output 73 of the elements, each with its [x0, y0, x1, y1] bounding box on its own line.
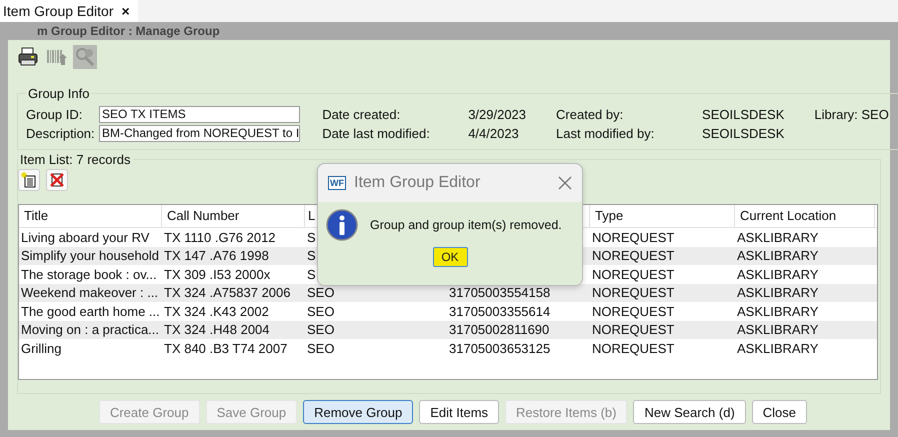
- table-cell-text: 31705003554158: [448, 285, 552, 300]
- field-label: Group ID:: [26, 107, 84, 122]
- close-icon[interactable]: [558, 176, 572, 190]
- table-cell-text: ASKLIBRARY: [736, 304, 820, 319]
- table-cell-text: S: [306, 266, 317, 282]
- table-cell-text: NOREQUEST: [591, 340, 676, 356]
- detail-label: Last modified by:: [555, 126, 656, 141]
- table-cell-text: The storage book : ov...: [20, 266, 158, 282]
- item-list-legend: Item List: 7 records: [18, 152, 133, 167]
- detail-label: Date created:: [322, 107, 402, 122]
- table-cell-text: TX 324 .K43 2002: [163, 304, 270, 319]
- table-cell-text: 31705003653125: [448, 340, 552, 356]
- table-cell-text: Simplify your household: [20, 248, 160, 264]
- table-cell-text: ASKLIBRARY: [736, 266, 820, 282]
- table-cell-text: The good earth home ...: [20, 304, 161, 319]
- remove-item-button[interactable]: [46, 169, 68, 191]
- dialog-message: Group and group item(s) removed.: [370, 218, 562, 232]
- table-cell-text: NOREQUEST: [591, 248, 676, 264]
- table-cell-text: NOREQUEST: [591, 230, 676, 245]
- table-cell-text: Grilling: [20, 340, 62, 356]
- action-button[interactable]: New Search (d): [633, 400, 746, 424]
- action-button[interactable]: Close: [752, 400, 808, 424]
- window-title: m Group Editor : Manage Group: [37, 24, 220, 38]
- table-cell-text: ASKLIBRARY: [736, 248, 820, 264]
- table-cell-text: TX 324 .A75837 2006: [163, 285, 292, 300]
- table-cell-text: SEO: [306, 340, 336, 356]
- add-item-button[interactable]: [18, 169, 40, 191]
- detail-label: Library: SEO: [813, 107, 890, 122]
- field-label: Description:: [26, 126, 96, 141]
- column-header[interactable]: Type: [590, 205, 735, 227]
- table-cell-text: NOREQUEST: [591, 304, 676, 319]
- table-cell-text: SEO: [306, 322, 336, 338]
- table-cell-text: TX 324 .H48 2004: [163, 322, 271, 338]
- column-header[interactable]: Call Number: [162, 205, 305, 227]
- table-cell-text: ASKLIBRARY: [736, 322, 820, 338]
- table-cell-text: SEO: [306, 304, 336, 319]
- dialog-title: Item Group Editor: [354, 174, 482, 192]
- table-cell-text: 31705002811690: [448, 322, 550, 338]
- table-cell-text: NOREQUEST: [591, 322, 676, 338]
- detail-value: SEOILSDESK: [701, 126, 784, 141]
- input-field[interactable]: SEO TX ITEMS: [99, 106, 300, 123]
- editor-tab[interactable]: Item Group Editor ×: [0, 0, 138, 22]
- table-cell-text: SEO: [306, 285, 336, 300]
- table-cell-text: ASKLIBRARY: [736, 230, 820, 245]
- table-cell-text: Weekend makeover : ...: [20, 285, 160, 300]
- info-icon: [326, 209, 358, 241]
- detail-value: SEOILSDESK: [701, 107, 784, 122]
- detail-label: Created by:: [555, 107, 624, 122]
- group-info-legend: Group Info: [26, 86, 92, 101]
- app-logo: WF: [328, 176, 346, 190]
- table-cell-text: 31705003355614: [448, 304, 552, 319]
- table-cell-text: ASKLIBRARY: [736, 285, 820, 300]
- action-button[interactable]: Remove Group: [303, 400, 414, 424]
- input-field[interactable]: BM-Changed from NOREQUEST to I: [99, 125, 300, 142]
- table-cell-text: TX 840 .B3 T74 2007: [163, 340, 288, 356]
- column-header[interactable]: Title: [19, 205, 162, 227]
- column-header[interactable]: Current Location: [735, 205, 875, 227]
- detail-label: Date last modified:: [322, 126, 431, 141]
- table-cell-text: Moving on : a practica...: [20, 322, 160, 338]
- detail-value: 3/29/2023: [467, 107, 526, 122]
- action-button[interactable]: Edit Items: [419, 400, 500, 424]
- table-cell-text: TX 309 .I53 2000x: [163, 266, 272, 282]
- printer-icon[interactable]: [17, 46, 39, 68]
- table-cell-text: NOREQUEST: [591, 266, 676, 282]
- table-cell-text: Living aboard your RV: [20, 230, 150, 245]
- table-cell-text: ASKLIBRARY: [736, 340, 820, 356]
- table-cell-text: S: [306, 230, 317, 245]
- table-cell-text: NOREQUEST: [591, 285, 676, 300]
- table-cell-text: TX 1110 .G76 2012: [163, 230, 277, 245]
- detail-value: 4/4/2023: [467, 126, 520, 141]
- close-icon[interactable]: ×: [122, 3, 130, 19]
- table-cell-text: TX 147 .A76 1998: [163, 248, 270, 264]
- ok-button[interactable]: OK: [432, 247, 468, 267]
